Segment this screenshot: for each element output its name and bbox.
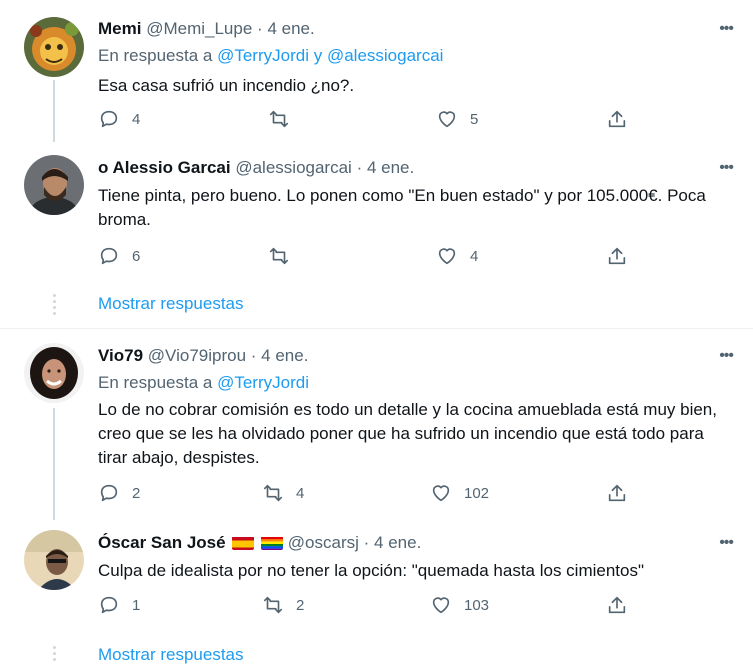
share-icon — [608, 484, 626, 502]
more-options-icon[interactable]: ••• — [719, 159, 734, 177]
rainbow-flag-icon — [261, 536, 284, 550]
tweet-date[interactable]: 4 ene. — [267, 19, 314, 38]
author-handle[interactable]: @alessiogarcai — [235, 158, 351, 177]
share-button[interactable] — [606, 594, 628, 616]
share-icon — [608, 596, 626, 614]
like-button[interactable]: 102 — [430, 482, 489, 504]
tweet-date[interactable]: 4 ene. — [374, 533, 421, 552]
share-button[interactable] — [606, 245, 628, 267]
thread-line — [53, 408, 55, 520]
like-count: 4 — [470, 247, 479, 265]
separator-dot: · — [250, 346, 257, 365]
retweet-icon — [263, 484, 283, 502]
like-count: 5 — [470, 110, 479, 128]
more-options-icon[interactable]: ••• — [719, 534, 734, 552]
reply-mention[interactable]: @TerryJordi — [217, 46, 309, 65]
reply-icon — [100, 596, 118, 614]
reply-prefix: En respuesta a — [98, 373, 213, 392]
author-handle[interactable]: @Vio79iprou — [148, 346, 246, 365]
author-name[interactable]: Vio79 — [98, 346, 143, 365]
reply-button[interactable]: 1 — [98, 594, 140, 616]
avatar[interactable] — [24, 17, 84, 77]
tweet-text: Tiene pinta, pero bueno. Lo ponen como "… — [98, 186, 706, 229]
tweet-date[interactable]: 4 ene. — [367, 158, 414, 177]
more-options-icon[interactable]: ••• — [719, 20, 734, 38]
share-button[interactable] — [606, 482, 628, 504]
reply-button[interactable]: 6 — [98, 245, 140, 267]
reply-mention[interactable]: @alessiogarcai — [327, 46, 443, 65]
reply-button[interactable]: 2 — [98, 482, 140, 504]
reply-icon — [100, 110, 118, 128]
tweet-text: Esa casa sufrió un incendio ¿no?. — [98, 76, 355, 95]
retweet-button[interactable]: 2 — [262, 594, 304, 616]
heart-icon — [432, 597, 450, 614]
thread-dots — [52, 294, 56, 318]
tweet-text: Lo de no cobrar comisión es todo un deta… — [98, 400, 717, 467]
retweet-icon — [269, 247, 289, 265]
separator-dot: · — [356, 158, 363, 177]
retweet-count: 4 — [296, 484, 305, 502]
avatar[interactable] — [24, 530, 84, 590]
like-button[interactable]: 5 — [436, 108, 478, 130]
like-button[interactable]: 4 — [436, 245, 478, 267]
reply-count: 1 — [132, 596, 141, 614]
retweet-icon — [263, 596, 283, 614]
author-name[interactable]: o Alessio Garcai — [98, 158, 231, 177]
retweet-count: 2 — [296, 596, 305, 614]
spain-flag-icon — [232, 536, 255, 550]
reply-button[interactable]: 4 — [98, 108, 140, 130]
retweet-button[interactable] — [268, 108, 290, 130]
heart-icon — [432, 485, 450, 502]
share-button[interactable] — [606, 108, 628, 130]
reply-count: 2 — [132, 484, 141, 502]
author-name[interactable]: Memi — [98, 19, 141, 38]
retweet-button[interactable] — [268, 245, 290, 267]
thread-separator — [0, 328, 753, 329]
reply-icon — [100, 247, 118, 265]
reply-mention[interactable]: @TerryJordi — [217, 373, 309, 392]
reply-prefix: En respuesta a — [98, 46, 213, 65]
share-icon — [608, 247, 626, 265]
heart-icon — [438, 111, 456, 128]
avatar[interactable] — [24, 155, 84, 215]
like-count: 103 — [464, 596, 490, 614]
show-replies-link[interactable]: Mostrar respuestas — [98, 294, 244, 314]
more-options-icon[interactable]: ••• — [719, 347, 734, 365]
author-handle[interactable]: @oscarsj — [288, 533, 359, 552]
share-icon — [608, 110, 626, 128]
author-handle[interactable]: @Memi_Lupe — [146, 19, 252, 38]
heart-icon — [438, 248, 456, 265]
separator-dot: · — [257, 19, 263, 38]
reply-count: 4 — [132, 110, 141, 128]
retweet-button[interactable]: 4 — [262, 482, 304, 504]
tweet-date[interactable]: 4 ene. — [261, 346, 308, 365]
thread-line — [53, 80, 55, 142]
reply-icon — [100, 484, 118, 502]
separator-dot: · — [363, 533, 370, 552]
reply-joiner: y — [313, 46, 323, 65]
retweet-icon — [269, 110, 289, 128]
like-button[interactable]: 103 — [430, 594, 489, 616]
thread-dots — [52, 646, 56, 664]
avatar[interactable] — [24, 343, 84, 403]
show-replies-link[interactable]: Mostrar respuestas — [98, 645, 244, 665]
tweet-text: Culpa de idealista por no tener la opció… — [98, 561, 645, 580]
like-count: 102 — [464, 484, 490, 502]
reply-count: 6 — [132, 247, 141, 265]
author-name[interactable]: Óscar San José — [98, 533, 226, 552]
